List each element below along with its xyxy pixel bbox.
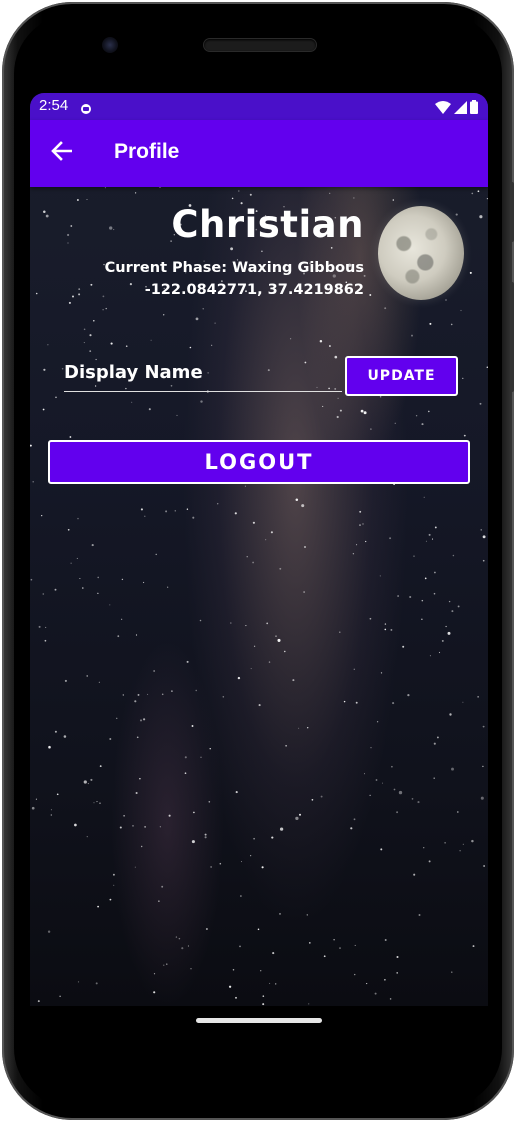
notification-icon — [80, 100, 92, 119]
status-bar: 2:54 — [30, 93, 488, 120]
user-name: Christian — [171, 203, 364, 246]
moon-phase-text: Current Phase: Waxing Gibbous — [104, 260, 364, 276]
wifi-icon — [435, 99, 451, 118]
back-button[interactable] — [46, 140, 76, 166]
phone-frame: 2:54 Profile Christian Current Phase: Wa… — [2, 2, 514, 1120]
update-button[interactable]: UPDATE — [345, 356, 458, 396]
display-name-input[interactable] — [64, 355, 342, 392]
cell-signal-icon — [454, 99, 467, 118]
logout-button[interactable]: LOGOUT — [48, 440, 470, 484]
battery-icon — [470, 99, 478, 118]
status-time: 2:54 — [39, 97, 69, 114]
earpiece-speaker — [204, 39, 316, 51]
volume-button — [510, 182, 514, 242]
page-title: Profile — [114, 140, 180, 163]
home-gesture-bar[interactable] — [196, 1018, 322, 1023]
status-icons — [435, 99, 478, 118]
screen: 2:54 Profile Christian Current Phase: Wa… — [30, 93, 488, 1006]
location-coordinates: -122.0842771, 37.4219862 — [144, 282, 364, 298]
front-camera — [102, 37, 118, 53]
arrow-back-icon — [50, 141, 73, 165]
moon-image — [378, 206, 464, 300]
power-button — [510, 282, 514, 392]
app-bar: Profile — [30, 120, 488, 187]
